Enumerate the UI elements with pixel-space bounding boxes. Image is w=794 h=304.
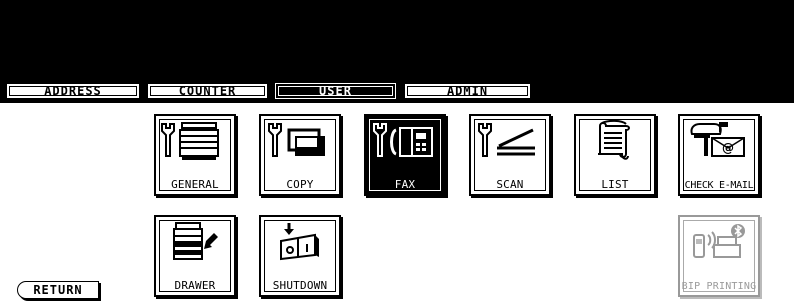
status-display-area	[0, 0, 794, 82]
power-switch-icon	[280, 223, 319, 261]
wrench-copy-icon	[268, 123, 325, 157]
tab-admin[interactable]: ADMIN	[404, 83, 531, 99]
list-button[interactable]: LIST	[574, 114, 656, 196]
bluetooth-printer-icon	[693, 224, 745, 258]
bip-printing-label: BIP PRINTING	[681, 281, 757, 292]
wrench-fax-icon	[373, 123, 433, 157]
tab-bar: ADDRESS COUNTER USER ADMIN	[0, 82, 794, 100]
return-label: RETURN	[33, 283, 83, 297]
drawer-label: DRAWER	[174, 279, 216, 292]
tab-counter[interactable]: COUNTER	[147, 83, 268, 99]
tab-counter-label: COUNTER	[150, 84, 265, 98]
wrench-copier-icon	[161, 122, 219, 160]
document-list-icon	[598, 119, 630, 160]
general-button[interactable]: GENERAL	[154, 114, 236, 196]
tab-address-label: ADDRESS	[9, 84, 137, 98]
scan-label: SCAN	[496, 178, 524, 191]
return-button[interactable]: RETURN	[17, 281, 99, 299]
fax-label: FAX	[394, 178, 416, 191]
copy-label: COPY	[286, 178, 314, 191]
scan-button[interactable]: SCAN	[469, 114, 551, 196]
fax-button[interactable]: FAX	[364, 114, 446, 196]
wrench-scan-icon	[478, 123, 535, 157]
drawer-button[interactable]: DRAWER	[154, 215, 236, 297]
svg-text:@: @	[722, 141, 734, 155]
list-label: LIST	[601, 178, 629, 191]
check-email-button[interactable]: @ CHECK E-MAIL	[678, 114, 760, 196]
mailbox-icon: @	[690, 122, 745, 157]
shutdown-button[interactable]: SHUTDOWN	[259, 215, 341, 297]
copy-button[interactable]: COPY	[259, 114, 341, 196]
check-email-label: CHECK E-MAIL	[684, 180, 754, 191]
shutdown-label: SHUTDOWN	[272, 279, 328, 292]
tab-admin-label: ADMIN	[407, 84, 528, 98]
general-label: GENERAL	[171, 178, 219, 191]
bip-printing-button[interactable]: BIP PRINTING	[678, 215, 760, 297]
copier-drawer-icon	[173, 222, 218, 260]
tab-user-label: USER	[278, 84, 393, 98]
tab-user[interactable]: USER	[275, 83, 396, 99]
tab-address[interactable]: ADDRESS	[6, 83, 140, 99]
tab-underline	[0, 100, 794, 103]
